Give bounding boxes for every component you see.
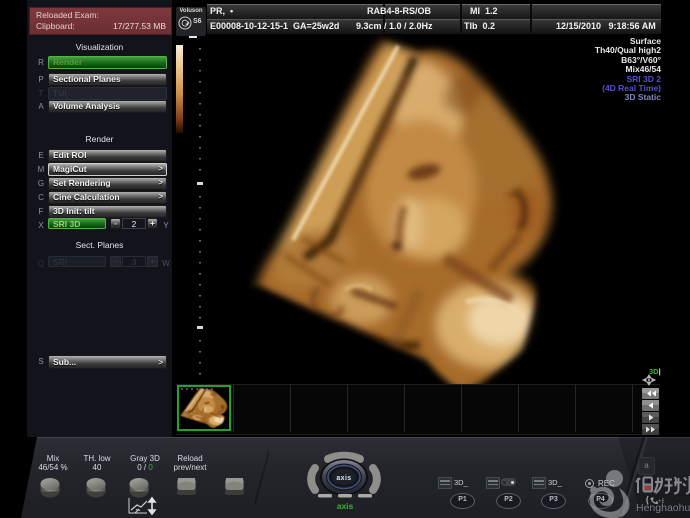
svg-text:axis: axis (336, 475, 351, 482)
svg-text:axis: axis (337, 501, 354, 511)
